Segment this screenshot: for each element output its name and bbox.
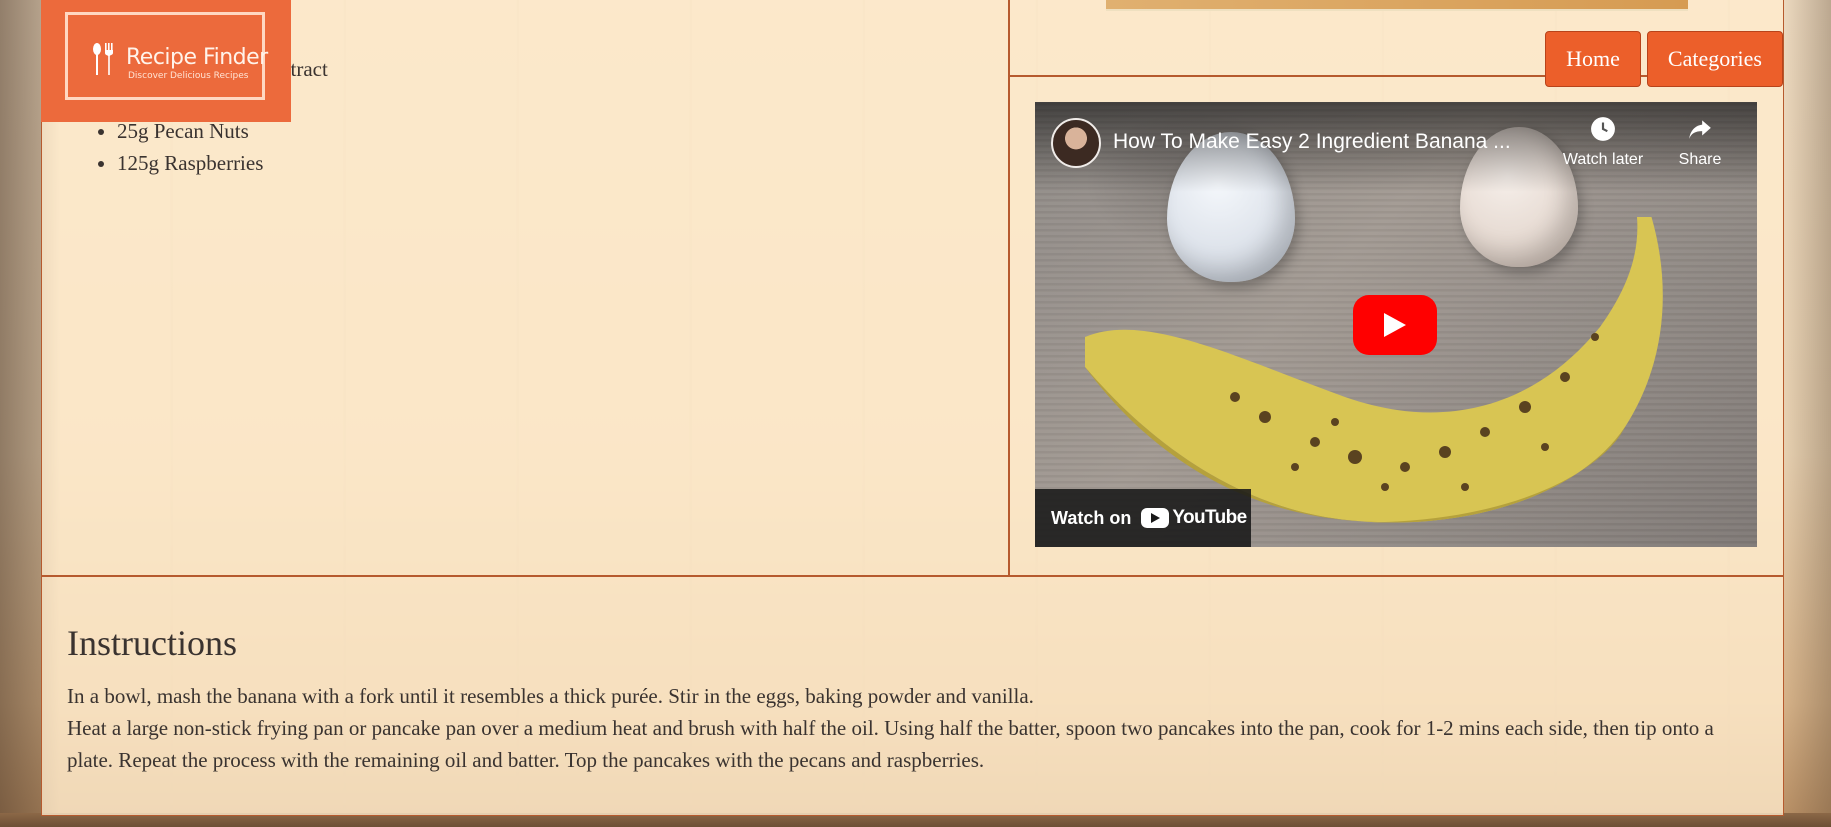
instructions-body: In a bowl, mash the banana with a fork u… xyxy=(67,680,1757,776)
ingredient-list: 25g Pecan Nuts 125g Raspberries xyxy=(95,115,263,179)
site-logo[interactable]: Recipe Finder Discover Delicious Recipes xyxy=(41,0,291,122)
watch-on-youtube-button[interactable]: Watch on YouTube xyxy=(1035,489,1251,547)
nav-home-button[interactable]: Home xyxy=(1545,31,1641,87)
fork-spoon-icon xyxy=(93,43,113,75)
video-title[interactable]: How To Make Easy 2 Ingredient Banana ... xyxy=(1113,130,1533,154)
instructions-heading: Instructions xyxy=(67,623,237,663)
ingredient-item: 125g Raspberries xyxy=(117,147,263,179)
youtube-embed[interactable]: How To Make Easy 2 Ingredient Banana ...… xyxy=(1035,102,1757,547)
youtube-play-icon xyxy=(1141,508,1170,528)
instruction-step: In a bowl, mash the banana with a fork u… xyxy=(67,684,1034,708)
previous-image-edge xyxy=(1106,0,1688,11)
channel-avatar[interactable] xyxy=(1051,118,1101,168)
logo-title: Recipe Finder xyxy=(126,45,268,70)
watch-later-label: Watch later xyxy=(1562,151,1644,168)
clock-icon xyxy=(1591,117,1615,141)
nav-categories-button[interactable]: Categories xyxy=(1646,31,1783,87)
share-label: Share xyxy=(1678,151,1722,168)
play-button[interactable] xyxy=(1353,295,1437,355)
watch-on-label: Watch on xyxy=(1051,507,1132,528)
watch-later-button[interactable]: Watch later xyxy=(1553,116,1653,169)
logo-subtitle: Discover Delicious Recipes xyxy=(128,71,249,81)
youtube-logo: YouTube xyxy=(1141,507,1247,529)
share-arrow-icon xyxy=(1689,120,1711,139)
youtube-wordmark: YouTube xyxy=(1172,507,1247,528)
logo-frame: Recipe Finder Discover Delicious Recipes xyxy=(65,12,268,100)
play-icon xyxy=(1384,313,1406,337)
instruction-step: Heat a large non-stick frying pan or pan… xyxy=(67,716,1714,772)
share-button[interactable]: Share xyxy=(1665,116,1735,169)
main-nav: Home Categories xyxy=(1545,31,1783,87)
